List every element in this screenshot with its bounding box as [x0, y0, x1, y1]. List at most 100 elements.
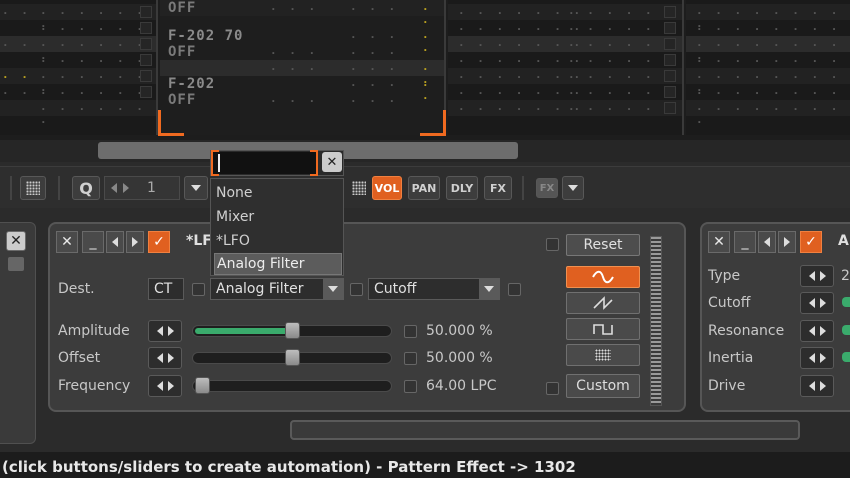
decrement-arrow-icon[interactable]: [808, 326, 815, 336]
saw-wave-button[interactable]: [566, 292, 640, 314]
increment-arrow-icon[interactable]: [167, 326, 174, 336]
increment-arrow-icon[interactable]: [819, 381, 826, 391]
amplitude-automation-checkbox[interactable]: [404, 325, 417, 338]
quantize-value-box[interactable]: 1: [104, 176, 180, 200]
dest-device-select[interactable]: Analog Filter: [210, 278, 344, 300]
reset-checkbox[interactable]: [546, 238, 559, 251]
quantize-dropdown-button[interactable]: [184, 176, 208, 200]
filter-inertia-slider[interactable]: [842, 352, 850, 362]
decrement-arrow-icon[interactable]: [808, 298, 815, 308]
move-right-button[interactable]: [126, 231, 144, 253]
offset-automation-checkbox[interactable]: [404, 352, 417, 365]
move-left-button[interactable]: [758, 231, 776, 253]
dest-device-checkbox[interactable]: [350, 283, 363, 296]
sine-wave-button[interactable]: [566, 266, 640, 288]
square-wave-button[interactable]: [566, 318, 640, 340]
increment-arrow-icon[interactable]: [819, 271, 826, 281]
quantize-button[interactable]: Q: [72, 176, 100, 200]
filter-type-stepper[interactable]: [800, 265, 834, 287]
frequency-automation-checkbox[interactable]: [404, 380, 417, 393]
minimize-device-button[interactable]: _: [82, 231, 104, 253]
filter-cutoff-stepper[interactable]: [800, 292, 834, 314]
pattern-note[interactable]: OFF: [168, 44, 196, 60]
fx-dropdown-button[interactable]: [562, 176, 584, 200]
filter-resonance-slider[interactable]: [842, 325, 850, 335]
increment-arrow-icon[interactable]: [819, 326, 826, 336]
dest-param-select[interactable]: Cutoff: [368, 278, 500, 300]
toolbar-divider: [522, 176, 524, 200]
pattern-note[interactable]: F-202 70: [168, 28, 243, 44]
frequency-stepper[interactable]: [148, 375, 182, 397]
offset-slider-knob[interactable]: [285, 349, 300, 366]
custom-button[interactable]: Custom: [566, 374, 640, 398]
close-device-button[interactable]: ✕: [708, 231, 730, 253]
collapse-button[interactable]: [8, 257, 24, 271]
random-wave-button[interactable]: [566, 344, 640, 366]
dest-device-dropdown[interactable]: [323, 279, 343, 299]
increment-arrow-icon[interactable]: [819, 353, 826, 363]
custom-checkbox[interactable]: [546, 382, 559, 395]
pattern-note[interactable]: OFF: [168, 92, 196, 108]
filter-resonance-stepper[interactable]: [800, 320, 834, 342]
decrement-arrow-icon[interactable]: [808, 271, 815, 281]
decrement-arrow-icon[interactable]: [156, 381, 163, 391]
device-enable-checkbox[interactable]: ✓: [148, 231, 170, 253]
pattern-track-1[interactable]: . .. . . . . . . . . . . . . . . .. . . …: [0, 0, 158, 135]
device-selector-menu: None Mixer *LFO Analog Filter: [210, 178, 344, 276]
dest-param-checkbox[interactable]: [508, 283, 521, 296]
device-chain-scrollbar[interactable]: [290, 420, 800, 440]
decrement-arrow-icon[interactable]: [156, 353, 163, 363]
minimize-device-button[interactable]: _: [734, 231, 756, 253]
grid-button[interactable]: [20, 176, 46, 200]
pattern-toolbar: Q 1 VOL PAN DLY FX FX: [0, 166, 850, 208]
filter-drive-stepper[interactable]: [800, 375, 834, 397]
frequency-slider[interactable]: [192, 380, 392, 392]
close-device-button[interactable]: ✕: [56, 231, 78, 253]
decrement-arrow-icon[interactable]: [808, 353, 815, 363]
chevron-down-icon: [484, 286, 494, 292]
menu-item-analog-filter[interactable]: Analog Filter: [214, 253, 342, 275]
pattern-track-4[interactable]: . . . . . . . . . . . . . . . . . . . . …: [686, 0, 850, 135]
pan-button[interactable]: PAN: [408, 176, 440, 200]
increment-arrow-icon[interactable]: [123, 183, 129, 193]
filter-param-label: Resonance: [708, 323, 785, 339]
pattern-note[interactable]: OFF: [168, 0, 196, 16]
vol-button[interactable]: VOL: [372, 176, 402, 200]
frequency-slider-knob[interactable]: [195, 377, 210, 394]
fx-column-toggle[interactable]: FX: [536, 178, 558, 198]
decrement-arrow-icon[interactable]: [111, 183, 117, 193]
increment-arrow-icon[interactable]: [167, 381, 174, 391]
close-button[interactable]: ✕: [6, 231, 26, 251]
decrement-arrow-icon[interactable]: [156, 326, 163, 336]
increment-arrow-icon[interactable]: [819, 298, 826, 308]
checkmark-icon: ✓: [805, 234, 817, 250]
pattern-editor[interactable]: . .. . . . . . . . . . . . . . . .. . . …: [0, 0, 850, 140]
menu-item-none[interactable]: None: [214, 182, 342, 204]
popup-close-button[interactable]: ✕: [322, 152, 342, 172]
menu-item-mixer[interactable]: Mixer: [214, 206, 342, 228]
fx-button[interactable]: FX: [484, 176, 512, 200]
frequency-value: 64.00 LPC: [426, 378, 497, 394]
move-left-button[interactable]: [106, 231, 124, 253]
dest-track-checkbox[interactable]: [192, 283, 205, 296]
dly-button[interactable]: DLY: [446, 176, 478, 200]
frequency-label: Frequency: [58, 378, 131, 394]
move-right-button[interactable]: [778, 231, 796, 253]
device-search-field[interactable]: [212, 152, 316, 174]
filter-cutoff-slider[interactable]: [842, 297, 850, 307]
decrement-arrow-icon[interactable]: [808, 381, 815, 391]
filter-inertia-stepper[interactable]: [800, 347, 834, 369]
dest-track-field[interactable]: CT: [148, 278, 184, 300]
amplitude-slider-knob[interactable]: [285, 322, 300, 339]
dest-param-dropdown[interactable]: [479, 279, 499, 299]
pattern-note[interactable]: F-202: [168, 76, 215, 92]
increment-arrow-icon[interactable]: [167, 353, 174, 363]
pattern-track-2[interactable]: OFF. . .. . .. . F-202 70. . .. . OFF. .…: [160, 0, 446, 135]
device-enable-checkbox[interactable]: ✓: [800, 231, 822, 253]
offset-stepper[interactable]: [148, 347, 182, 369]
close-icon: ✕: [10, 233, 22, 249]
menu-item-lfo[interactable]: *LFO: [214, 230, 342, 252]
amplitude-stepper[interactable]: [148, 320, 182, 342]
reset-button[interactable]: Reset: [566, 234, 640, 256]
pattern-track-3[interactable]: . . . . . . .. . . . . . . . . . . . .. …: [448, 0, 684, 135]
